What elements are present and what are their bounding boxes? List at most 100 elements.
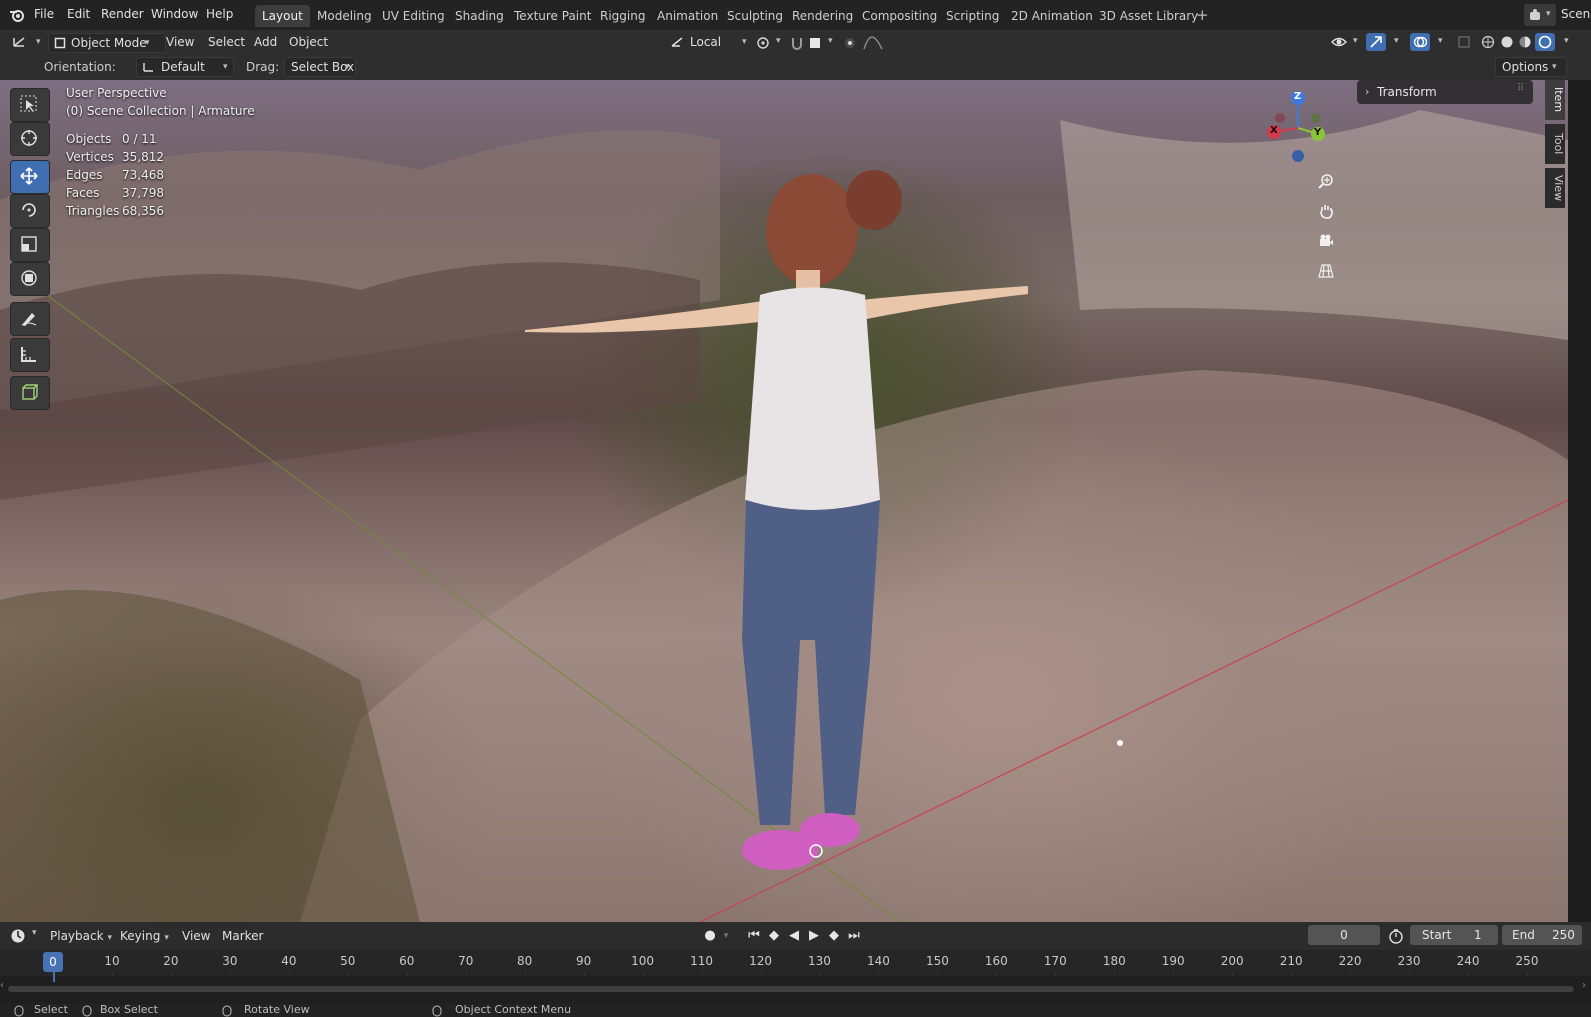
frame-tick-label: 90 [575, 954, 592, 968]
scale-tool[interactable] [10, 228, 50, 262]
editor-type-button[interactable]: ▾ [8, 33, 46, 51]
stat-row: Objects 0 / 11 [66, 132, 186, 150]
snap-icon[interactable] [790, 36, 804, 50]
cursor-tool[interactable] [10, 122, 50, 156]
tab-layout[interactable]: Layout [255, 5, 310, 27]
header-menu-add[interactable]: Add [248, 33, 283, 51]
tab-scripting[interactable]: Scripting [939, 5, 1006, 27]
gizmo-toggle-button[interactable] [1366, 33, 1386, 51]
timeline-menu-view[interactable]: View [176, 927, 216, 945]
grid-perspective-icon [1318, 264, 1334, 278]
wireframe-shading-icon[interactable] [1481, 35, 1495, 49]
header-menu-object[interactable]: Object [283, 33, 334, 51]
play-reverse-icon[interactable]: ◀ [786, 928, 802, 944]
transform-orientation-dropdown[interactable]: Local ▾ [668, 33, 762, 51]
header-menu-select[interactable]: Select [202, 33, 251, 51]
scene-selector-button[interactable]: ▾ [1524, 4, 1556, 26]
move-tool[interactable] [10, 160, 50, 194]
stat-row: Vertices 35,812 [66, 150, 186, 168]
rotate-tool[interactable] [10, 194, 50, 228]
stat-row: Edges 73,468 [66, 168, 186, 186]
scene-name[interactable]: Scene [1561, 7, 1591, 21]
falloff-icon[interactable] [862, 36, 886, 50]
timeline-editor-type-button[interactable]: ▾ [10, 927, 40, 945]
transform-panel-header[interactable]: › Transform ⠿ [1357, 80, 1533, 104]
overlays-icon [1413, 36, 1427, 48]
tab-3d-asset-library[interactable]: 3D Asset Library [1092, 5, 1205, 27]
tab-tool[interactable]: Tool [1545, 124, 1565, 164]
jump-to-next-keyframe-icon[interactable]: ◆ [826, 928, 842, 944]
select-box-tool[interactable] [10, 88, 50, 122]
camera-view-button[interactable] [1313, 228, 1339, 254]
menu-file[interactable]: File [34, 7, 54, 21]
chevron-down-icon: ▾ [1552, 62, 1557, 72]
xray-icon[interactable] [1457, 35, 1471, 49]
chevron-right-icon[interactable]: › [1582, 980, 1586, 991]
tab-2d-animation[interactable]: 2D Animation [1004, 5, 1100, 27]
annotate-tool[interactable] [10, 302, 50, 336]
menu-edit[interactable]: Edit [67, 7, 90, 21]
tab-uv-editing[interactable]: UV Editing [375, 5, 452, 27]
zoom-button[interactable] [1313, 168, 1339, 194]
pivot-point-icon[interactable] [756, 36, 770, 50]
timeline-menu-marker[interactable]: Marker [216, 927, 269, 945]
menu-help[interactable]: Help [206, 7, 233, 21]
tab-compositing[interactable]: Compositing [855, 5, 944, 27]
add-workspace-button[interactable]: + [1196, 6, 1209, 24]
material-preview-icon[interactable] [1518, 35, 1532, 49]
options-dropdown[interactable]: Options ▾ [1495, 57, 1567, 77]
jump-to-start-icon[interactable]: ⏮ [746, 928, 762, 944]
timeline-ruler[interactable]: 0 10 20 30 40 50 60 70 80 90 100 110 120 130 140 150 160… [0, 950, 1591, 1002]
stat-label: Objects [66, 132, 112, 146]
blender-logo-icon[interactable] [9, 7, 25, 23]
header-menu-view[interactable]: View [160, 33, 200, 51]
menu-window[interactable]: Window [151, 7, 198, 21]
proportional-editing-icon[interactable] [843, 36, 857, 50]
drag-handle-icon[interactable]: ⠿ [1517, 83, 1524, 94]
end-frame-field[interactable]: End 250 [1502, 925, 1582, 945]
visibility-eye-icon[interactable] [1331, 35, 1347, 49]
play-icon[interactable]: ▶ [806, 928, 822, 944]
current-frame-field[interactable]: 0 [1308, 925, 1380, 945]
start-frame-field[interactable]: Start 1 [1410, 925, 1498, 945]
tab-sculpting[interactable]: Sculpting [720, 5, 790, 27]
tab-rendering[interactable]: Rendering [785, 5, 860, 27]
stat-value: 73,468 [122, 168, 164, 182]
tab-texture-paint[interactable]: Texture Paint [507, 5, 598, 27]
snap-target-icon[interactable] [808, 36, 822, 50]
playback-menu[interactable]: Playback ▾ [44, 927, 122, 945]
3d-viewport[interactable]: User Perspective (0) Scene Collection | … [0, 80, 1568, 922]
overlays-toggle-button[interactable] [1410, 33, 1430, 51]
tab-shading[interactable]: Shading [448, 5, 511, 27]
frame-tick-label: 130 [808, 954, 831, 968]
menu-render[interactable]: Render [101, 7, 144, 21]
rendered-shading-button[interactable] [1535, 33, 1555, 51]
jump-to-end-icon[interactable]: ⏭ [846, 928, 862, 944]
perspective-toggle-button[interactable] [1313, 258, 1339, 284]
orientation-dropdown[interactable]: Default ▾ [136, 57, 234, 77]
jump-to-previous-keyframe-icon[interactable]: ◆ [766, 928, 782, 944]
stopwatch-icon[interactable] [1388, 928, 1404, 944]
tab-item[interactable]: Item [1545, 80, 1565, 120]
timeline-track-area[interactable]: ‹ › [0, 972, 1591, 1004]
clock-icon [11, 929, 25, 943]
tab-view[interactable]: View [1545, 168, 1565, 208]
add-cube-tool[interactable] [10, 376, 50, 410]
drag-dropdown[interactable]: Select Box ▾ [284, 57, 356, 77]
gizmo-y-label: Y [1314, 127, 1322, 138]
chevron-down-icon: ▾ [164, 933, 169, 943]
tab-animation[interactable]: Animation [650, 5, 725, 27]
solid-shading-icon[interactable] [1500, 35, 1514, 49]
timeline-scrollbar[interactable] [8, 986, 1574, 992]
mode-dropdown[interactable]: Object Mode ▾ [48, 33, 166, 53]
tab-modeling[interactable]: Modeling [310, 5, 379, 27]
tab-rigging[interactable]: Rigging [593, 5, 652, 27]
transform-tool[interactable] [10, 262, 50, 296]
chevron-left-icon[interactable]: ‹ [0, 980, 4, 991]
record-keyframe-icon[interactable]: ● [702, 928, 718, 944]
playhead-frame-label: 0 [49, 955, 57, 969]
pan-button[interactable] [1313, 198, 1339, 224]
keying-menu[interactable]: Keying ▾ [114, 927, 182, 945]
measure-tool[interactable] [10, 338, 50, 372]
chevron-down-icon[interactable]: ▾ [718, 928, 734, 944]
